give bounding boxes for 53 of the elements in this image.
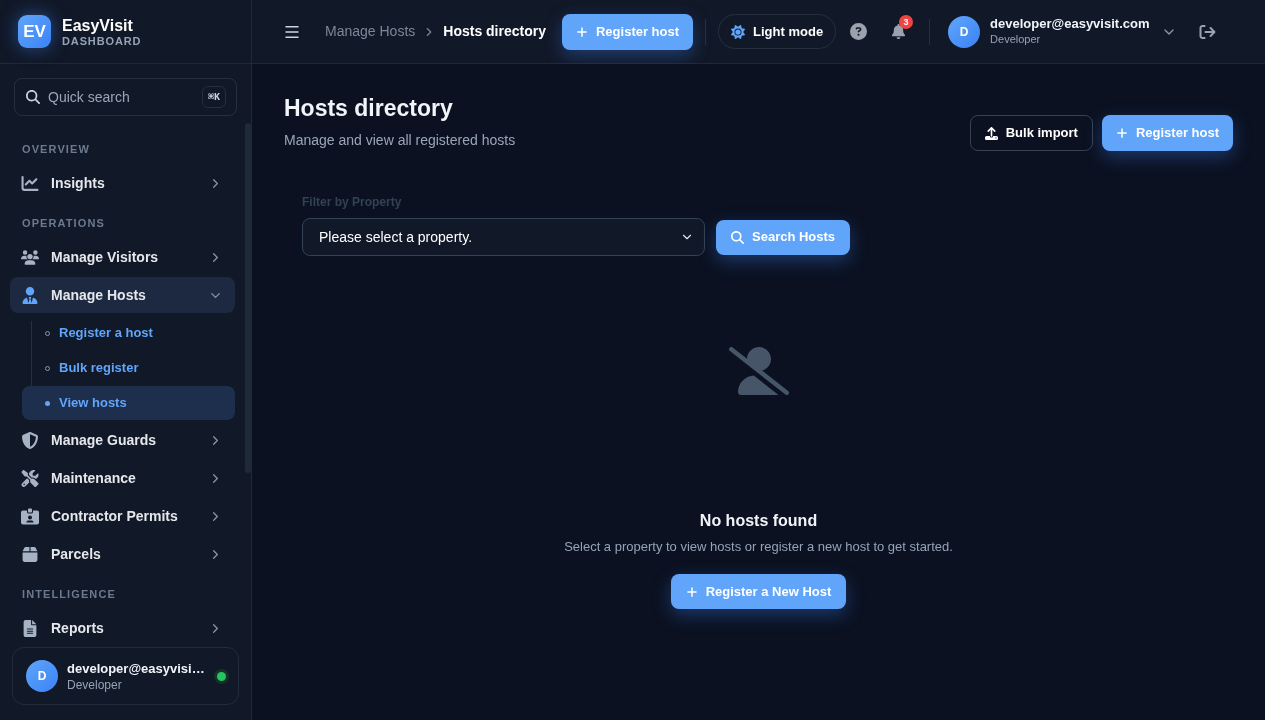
- nav-item[interactable]: Parcels: [10, 536, 235, 572]
- brand-tagline: DASHBOARD: [62, 34, 142, 48]
- user-role: Developer: [67, 676, 122, 693]
- wrench-screwdriver-icon: [21, 469, 39, 487]
- logout-icon[interactable]: [1199, 23, 1217, 40]
- property-select[interactable]: Please select a property.: [302, 218, 705, 256]
- sun-icon: [731, 24, 746, 39]
- logo: EV: [18, 15, 51, 48]
- page-title: Hosts directory: [284, 94, 453, 123]
- scrollbar[interactable]: [245, 123, 251, 473]
- person-crossed-out-icon: [728, 347, 789, 395]
- bulk-import-button[interactable]: Bulk import: [969, 115, 1093, 151]
- person-tie-icon: [21, 286, 39, 304]
- section-heading: OVERVIEW: [21, 142, 91, 156]
- plus-icon: [576, 25, 588, 38]
- nav-item[interactable]: Manage Guards: [10, 422, 235, 458]
- section-heading: INTELLIGENCE: [21, 587, 117, 601]
- user-name: developer@easyvisi…: [67, 659, 205, 677]
- plus-icon: [1115, 127, 1128, 139]
- user-email: developer@easyvisit.com: [990, 16, 1150, 32]
- page-subtitle: Manage and view all registered hosts: [284, 131, 516, 149]
- people-icon: [21, 248, 39, 266]
- empty-state-title: No hosts found: [699, 511, 818, 531]
- plus-icon: [685, 585, 698, 598]
- breadcrumb-link[interactable]: Manage Hosts: [325, 21, 416, 42]
- nav-item[interactable]: Manage Hosts: [10, 277, 235, 313]
- nav-item[interactable]: Contractor Permits: [10, 498, 235, 534]
- user-avatar: D: [26, 660, 58, 692]
- notification-badge: 3: [899, 15, 914, 29]
- breadcrumb-current: Hosts directory: [443, 22, 546, 41]
- sub-nav-item[interactable]: Register a host: [22, 316, 235, 350]
- user-card[interactable]: D developer@easyvisi… Developer: [12, 647, 239, 705]
- section-heading: OPERATIONS: [21, 216, 106, 230]
- search-icon: [731, 230, 744, 244]
- upload-icon: [984, 126, 998, 140]
- user-role: Developer: [990, 32, 1041, 47]
- document-icon: [21, 619, 39, 637]
- nav-item[interactable]: Reports: [10, 610, 235, 641]
- nav-item[interactable]: Manage Visitors: [10, 239, 235, 275]
- box-icon: [21, 545, 39, 563]
- sub-nav-item[interactable]: Bulk register: [22, 351, 235, 385]
- id-card-icon: [21, 507, 39, 525]
- notification-bell-icon[interactable]: [891, 24, 907, 39]
- brand-name: EasyVisit: [62, 15, 134, 35]
- chart-line-icon: [21, 174, 39, 192]
- nav-item[interactable]: Insights: [10, 165, 235, 201]
- search-icon: [26, 90, 40, 104]
- empty-state-message: Select a property to view hosts or register a new host to get started.: [564, 538, 953, 556]
- nav-item[interactable]: Maintenance: [10, 460, 235, 496]
- help-icon[interactable]: [850, 23, 868, 40]
- shortcut-key: ⌘K: [201, 86, 226, 108]
- shield-icon: [21, 431, 39, 449]
- sub-nav-item[interactable]: View hosts: [22, 386, 235, 420]
